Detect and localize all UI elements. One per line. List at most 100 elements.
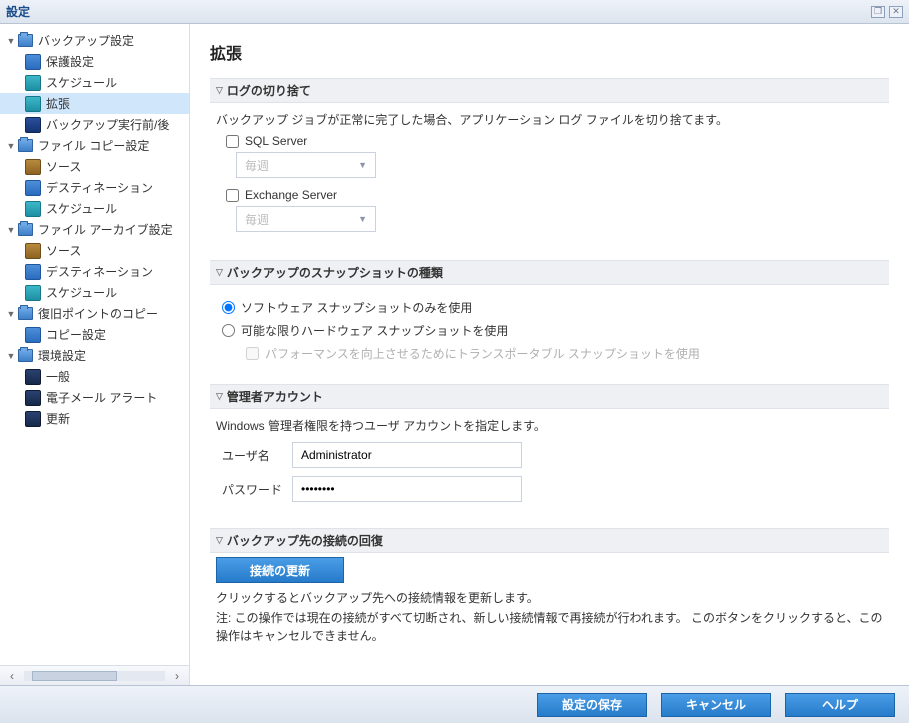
section-header[interactable]: ▽ 管理者アカウント (210, 384, 889, 409)
scroll-track[interactable] (24, 671, 165, 681)
collapse-icon: ▽ (216, 391, 223, 402)
tree-item-label: ソース (42, 158, 81, 175)
section-title: ログの切り捨て (227, 82, 311, 99)
tree-group-backup[interactable]: ▼ バックアップ設定 (0, 30, 189, 51)
tree-item-label: スケジュール (42, 74, 117, 91)
scroll-right-icon[interactable]: › (169, 668, 185, 684)
exchange-frequency-select[interactable]: 毎週 ▼ (236, 206, 376, 232)
folder-icon (18, 349, 33, 362)
shield-icon (25, 54, 41, 70)
tree-group-label: バックアップ設定 (34, 32, 134, 49)
tree-item-emailalert[interactable]: 電子メール アラート (0, 387, 189, 408)
section-recover-connection: ▽ バックアップ先の接続の回復 接続の更新 クリックするとバックアップ先への接続… (210, 528, 889, 649)
tree-twisty-icon: ▼ (6, 351, 16, 361)
clock-icon (25, 201, 41, 217)
destination-icon (25, 180, 41, 196)
username-label: ユーザ名 (222, 447, 292, 464)
collapse-icon: ▽ (216, 535, 223, 546)
hardware-snapshot-radio[interactable] (222, 324, 235, 337)
tree-twisty-icon: ▼ (6, 141, 16, 151)
tree-group-recoverypoint[interactable]: ▼ 復旧ポイントのコピー (0, 303, 189, 324)
help-button[interactable]: ヘルプ (785, 693, 895, 717)
close-button[interactable]: ✕ (889, 6, 903, 18)
section-header[interactable]: ▽ バックアップのスナップショットの種類 (210, 260, 889, 285)
section-admin-account: ▽ 管理者アカウント Windows 管理者権限を持つユーザ アカウントを指定し… (210, 384, 889, 514)
scroll-left-icon[interactable]: ‹ (4, 668, 20, 684)
tree-item-source[interactable]: ソース (0, 156, 189, 177)
tree-item-label: スケジュール (42, 200, 117, 217)
sqlserver-label: SQL Server (245, 134, 307, 148)
tree-group-label: 復旧ポイントのコピー (34, 305, 158, 322)
tree-item-schedule-fc[interactable]: スケジュール (0, 198, 189, 219)
tree-twisty-icon: ▼ (6, 309, 16, 319)
scroll-thumb[interactable] (32, 671, 117, 681)
general-icon (25, 369, 41, 385)
section-log-truncate: ▽ ログの切り捨て バックアップ ジョブが正常に完了した場合、アプリケーション … (210, 78, 889, 246)
sqlserver-frequency-select[interactable]: 毎週 ▼ (236, 152, 376, 178)
save-button[interactable]: 設定の保存 (537, 693, 647, 717)
update-connection-button[interactable]: 接続の更新 (216, 557, 344, 583)
folder-icon (18, 307, 33, 320)
tree-group-preferences[interactable]: ▼ 環境設定 (0, 345, 189, 366)
sidebar-scrollbar[interactable]: ‹ › (0, 665, 189, 685)
folder-icon (18, 34, 33, 47)
software-snapshot-radio[interactable] (222, 301, 235, 314)
tree-item-label: 保護設定 (42, 53, 94, 70)
tree-group-label: 環境設定 (34, 347, 86, 364)
select-value: 毎週 (245, 157, 269, 174)
gear-icon (25, 96, 41, 112)
tree-group-label: ファイル アーカイブ設定 (34, 221, 173, 238)
collapse-icon: ▽ (216, 267, 223, 278)
tree-item-source-fa[interactable]: ソース (0, 240, 189, 261)
chevron-down-icon: ▼ (358, 160, 367, 170)
tree-item-schedule-fa[interactable]: スケジュール (0, 282, 189, 303)
content-area: 拡張 ▽ ログの切り捨て バックアップ ジョブが正常に完了した場合、アプリケーシ… (190, 24, 909, 685)
titlebar: 設定 ❐ ✕ (0, 0, 909, 24)
tree-group-filecopy[interactable]: ▼ ファイル コピー設定 (0, 135, 189, 156)
window-title: 設定 (6, 3, 30, 20)
tree-item-protection[interactable]: 保護設定 (0, 51, 189, 72)
sqlserver-checkbox[interactable] (226, 135, 239, 148)
footer: 設定の保存 キャンセル ヘルプ (0, 685, 909, 723)
password-label: パスワード (222, 481, 292, 498)
copy-icon (25, 327, 41, 343)
exchange-checkbox[interactable] (226, 189, 239, 202)
password-input[interactable] (292, 476, 522, 502)
tree-item-destination-fa[interactable]: デスティネーション (0, 261, 189, 282)
hardware-snapshot-label: 可能な限りハードウェア スナップショットを使用 (241, 322, 508, 339)
tree-item-update[interactable]: 更新 (0, 408, 189, 429)
tree-item-advanced[interactable]: 拡張 (0, 93, 189, 114)
section-title: バックアップのスナップショットの種類 (227, 264, 443, 281)
tree-item-copysettings[interactable]: コピー設定 (0, 324, 189, 345)
section-header[interactable]: ▽ バックアップ先の接続の回復 (210, 528, 889, 553)
tree-twisty-icon: ▼ (6, 225, 16, 235)
collapse-icon: ▽ (216, 85, 223, 96)
recover-line2: 注: この操作では現在の接続がすべて切断され、新しい接続情報で再接続が行われます… (216, 609, 883, 645)
nav-tree: ▼ バックアップ設定 保護設定 スケジュール 拡張 (0, 24, 189, 665)
chevron-down-icon: ▼ (358, 214, 367, 224)
mail-icon (25, 390, 41, 406)
admin-desc: Windows 管理者権限を持つユーザ アカウントを指定します。 (216, 417, 883, 434)
section-title: 管理者アカウント (227, 388, 323, 405)
tree-item-label: バックアップ実行前/後 (42, 116, 169, 133)
folder-icon (18, 139, 33, 152)
section-header[interactable]: ▽ ログの切り捨て (210, 78, 889, 103)
tree-item-destination[interactable]: デスティネーション (0, 177, 189, 198)
tree-item-general[interactable]: 一般 (0, 366, 189, 387)
tree-group-filearchive[interactable]: ▼ ファイル アーカイブ設定 (0, 219, 189, 240)
tree-group-label: ファイル コピー設定 (34, 137, 149, 154)
clock-icon (25, 75, 41, 91)
cancel-button[interactable]: キャンセル (661, 693, 771, 717)
source-icon (25, 159, 41, 175)
username-input[interactable] (292, 442, 522, 468)
folder-icon (18, 223, 33, 236)
tree-item-label: 拡張 (42, 95, 70, 112)
tree-item-label: コピー設定 (42, 326, 106, 343)
tree-item-label: 電子メール アラート (42, 389, 157, 406)
tree-item-schedule[interactable]: スケジュール (0, 72, 189, 93)
tree-item-label: ソース (42, 242, 81, 259)
clock-icon (25, 285, 41, 301)
restore-button[interactable]: ❐ (871, 6, 885, 18)
page-title: 拡張 (210, 40, 889, 64)
tree-item-prepost[interactable]: バックアップ実行前/後 (0, 114, 189, 135)
